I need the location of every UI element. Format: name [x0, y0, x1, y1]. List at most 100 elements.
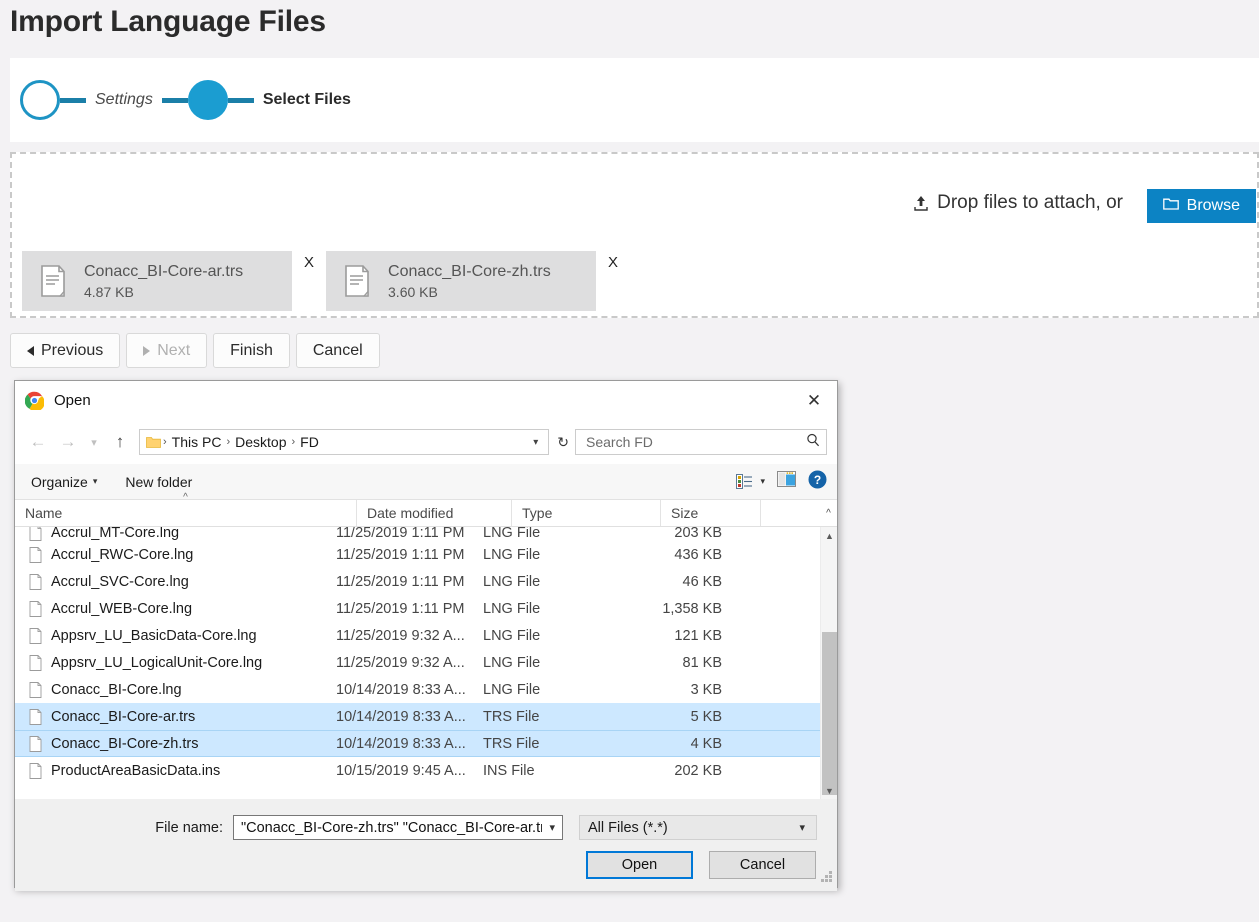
breadcrumb[interactable]: › This PC › Desktop › FD ▾: [139, 429, 549, 455]
file-date-cell: 11/25/2019 9:32 A...: [336, 655, 483, 671]
svg-text:?: ?: [814, 473, 821, 487]
file-list-scrollbar[interactable]: ▲ ▼: [820, 527, 837, 799]
file-icon: [29, 736, 42, 752]
column-header-type[interactable]: Type: [512, 500, 661, 526]
attached-file-text: Conacc_BI-Core-zh.trs 3.60 KB: [388, 263, 551, 300]
wizard-button-row: Previous Next Finish Cancel: [10, 333, 380, 368]
step-indicator-settings[interactable]: [20, 80, 60, 120]
remove-attachment-button[interactable]: X: [596, 251, 630, 271]
table-row[interactable]: Conacc_BI-Core.lng 10/14/2019 8:33 A... …: [15, 676, 837, 703]
file-icon: [29, 527, 42, 541]
arrow-left-icon[interactable]: ←: [23, 427, 53, 457]
table-row[interactable]: ProductAreaBasicData.ins 10/15/2019 9:45…: [15, 757, 837, 784]
table-row-selected[interactable]: Conacc_BI-Core-zh.trs 10/14/2019 8:33 A.…: [15, 730, 837, 757]
document-icon: [344, 265, 370, 297]
scrollbar-thumb[interactable]: [822, 632, 837, 795]
file-dropzone[interactable]: Drop files to attach, or Browse: [10, 152, 1259, 318]
file-list[interactable]: Accrul_MT-Core.lng 11/25/2019 1:11 PM LN…: [15, 527, 837, 799]
organize-label: Organize: [31, 474, 88, 490]
view-list-icon[interactable]: ▾: [736, 474, 765, 489]
search-box[interactable]: [575, 429, 827, 455]
file-size-cell: 46 KB: [632, 574, 722, 590]
refresh-icon[interactable]: ↻: [549, 434, 575, 451]
upload-icon: [912, 194, 930, 212]
file-name-cell: Accrul_SVC-Core.lng: [51, 574, 336, 590]
column-header-name[interactable]: ^ Name: [15, 500, 357, 526]
file-size-cell: 202 KB: [632, 763, 722, 779]
file-date-cell: 10/14/2019 8:33 A...: [336, 682, 483, 698]
table-row[interactable]: Accrul_RWC-Core.lng 11/25/2019 1:11 PM L…: [15, 541, 837, 568]
wizard-stepper-band: Settings Select Files: [10, 58, 1259, 142]
cancel-button[interactable]: Cancel: [296, 333, 380, 368]
search-input[interactable]: [584, 433, 806, 451]
chevron-down-icon[interactable]: ▾: [760, 476, 765, 487]
breadcrumb-item-fd[interactable]: FD: [295, 434, 324, 450]
scroll-up-caret-icon[interactable]: ^: [820, 500, 837, 526]
breadcrumb-item-this-pc[interactable]: This PC: [167, 434, 227, 450]
table-row[interactable]: Accrul_MT-Core.lng 11/25/2019 1:11 PM LN…: [15, 527, 837, 541]
step-connector: [228, 98, 254, 103]
table-row[interactable]: Appsrv_LU_BasicData-Core.lng 11/25/2019 …: [15, 622, 837, 649]
command-bar-right: ▾ ?: [736, 470, 827, 494]
file-size-cell: 4 KB: [632, 736, 722, 752]
close-icon[interactable]: ✕: [791, 381, 837, 420]
column-header-date-label: Date modified: [367, 505, 453, 521]
organize-menu-button[interactable]: Organize ▾: [31, 474, 109, 490]
file-type-cell: LNG File: [483, 655, 632, 671]
finish-button[interactable]: Finish: [213, 333, 290, 368]
scroll-down-button[interactable]: ▼: [821, 782, 837, 799]
file-name-combobox[interactable]: ▾: [233, 815, 563, 840]
chevron-down-icon[interactable]: ▾: [527, 437, 544, 448]
help-icon[interactable]: ?: [808, 470, 827, 494]
file-type-filter-select[interactable]: All Files (*.*) ▾: [579, 815, 817, 840]
file-icon: [29, 574, 42, 590]
chrome-logo-icon: [25, 391, 44, 410]
next-button[interactable]: Next: [126, 333, 207, 368]
column-header-date-modified[interactable]: Date modified: [357, 500, 512, 526]
attached-file-chip[interactable]: Conacc_BI-Core-ar.trs 4.87 KB: [22, 251, 292, 311]
chevron-down-icon[interactable]: ▾: [83, 427, 105, 457]
chevron-down-icon[interactable]: ▾: [544, 821, 560, 834]
column-header-name-label: Name: [25, 505, 62, 521]
column-header-size[interactable]: Size: [661, 500, 761, 526]
table-row[interactable]: Appsrv_LU_LogicalUnit-Core.lng 11/25/201…: [15, 649, 837, 676]
file-name-cell: Appsrv_LU_LogicalUnit-Core.lng: [51, 655, 336, 671]
step-label-settings[interactable]: Settings: [86, 91, 162, 109]
file-size-cell: 1,358 KB: [632, 601, 722, 617]
new-folder-button[interactable]: New folder: [109, 474, 204, 490]
previous-button[interactable]: Previous: [10, 333, 120, 368]
scroll-up-button[interactable]: ▲: [821, 527, 837, 544]
arrow-up-icon[interactable]: ↑: [105, 427, 135, 457]
dialog-cancel-button[interactable]: Cancel: [709, 851, 816, 879]
attached-file-name: Conacc_BI-Core-zh.trs: [388, 263, 551, 281]
resize-grip-icon[interactable]: [821, 870, 833, 888]
browse-button[interactable]: Browse: [1147, 189, 1256, 223]
file-size-cell: 5 KB: [632, 709, 722, 725]
preview-pane-icon[interactable]: [777, 471, 796, 492]
folder-open-icon: [1163, 197, 1179, 216]
open-button[interactable]: Open: [586, 851, 693, 879]
file-date-cell: 11/25/2019 1:11 PM: [336, 547, 483, 563]
table-row[interactable]: Accrul_SVC-Core.lng 11/25/2019 1:11 PM L…: [15, 568, 837, 595]
file-type-cell: INS File: [483, 763, 632, 779]
step-indicator-select-files[interactable]: [188, 80, 228, 120]
table-row[interactable]: Accrul_WEB-Core.lng 11/25/2019 1:11 PM L…: [15, 595, 837, 622]
table-row-selected[interactable]: Conacc_BI-Core-ar.trs 10/14/2019 8:33 A.…: [15, 703, 837, 730]
attached-file-text: Conacc_BI-Core-ar.trs 4.87 KB: [84, 263, 243, 300]
triangle-left-icon: [27, 346, 34, 356]
arrow-right-icon[interactable]: →: [53, 427, 83, 457]
folder-icon: [146, 436, 161, 449]
file-type-filter-value: All Files (*.*): [588, 820, 794, 836]
attached-file-chip[interactable]: Conacc_BI-Core-zh.trs 3.60 KB: [326, 251, 596, 311]
step-label-select-files[interactable]: Select Files: [254, 91, 360, 109]
file-size-cell: 203 KB: [632, 527, 722, 541]
dialog-title-bar[interactable]: Open ✕: [15, 381, 837, 420]
breadcrumb-item-desktop[interactable]: Desktop: [230, 434, 291, 450]
file-name-input[interactable]: [239, 819, 544, 837]
column-header-spacer: [761, 500, 820, 526]
file-date-cell: 11/25/2019 1:11 PM: [336, 574, 483, 590]
file-icon: [29, 601, 42, 617]
attached-files-list: Conacc_BI-Core-ar.trs 4.87 KB X: [22, 251, 630, 311]
remove-attachment-button[interactable]: X: [292, 251, 326, 271]
column-header-size-label: Size: [671, 505, 698, 521]
